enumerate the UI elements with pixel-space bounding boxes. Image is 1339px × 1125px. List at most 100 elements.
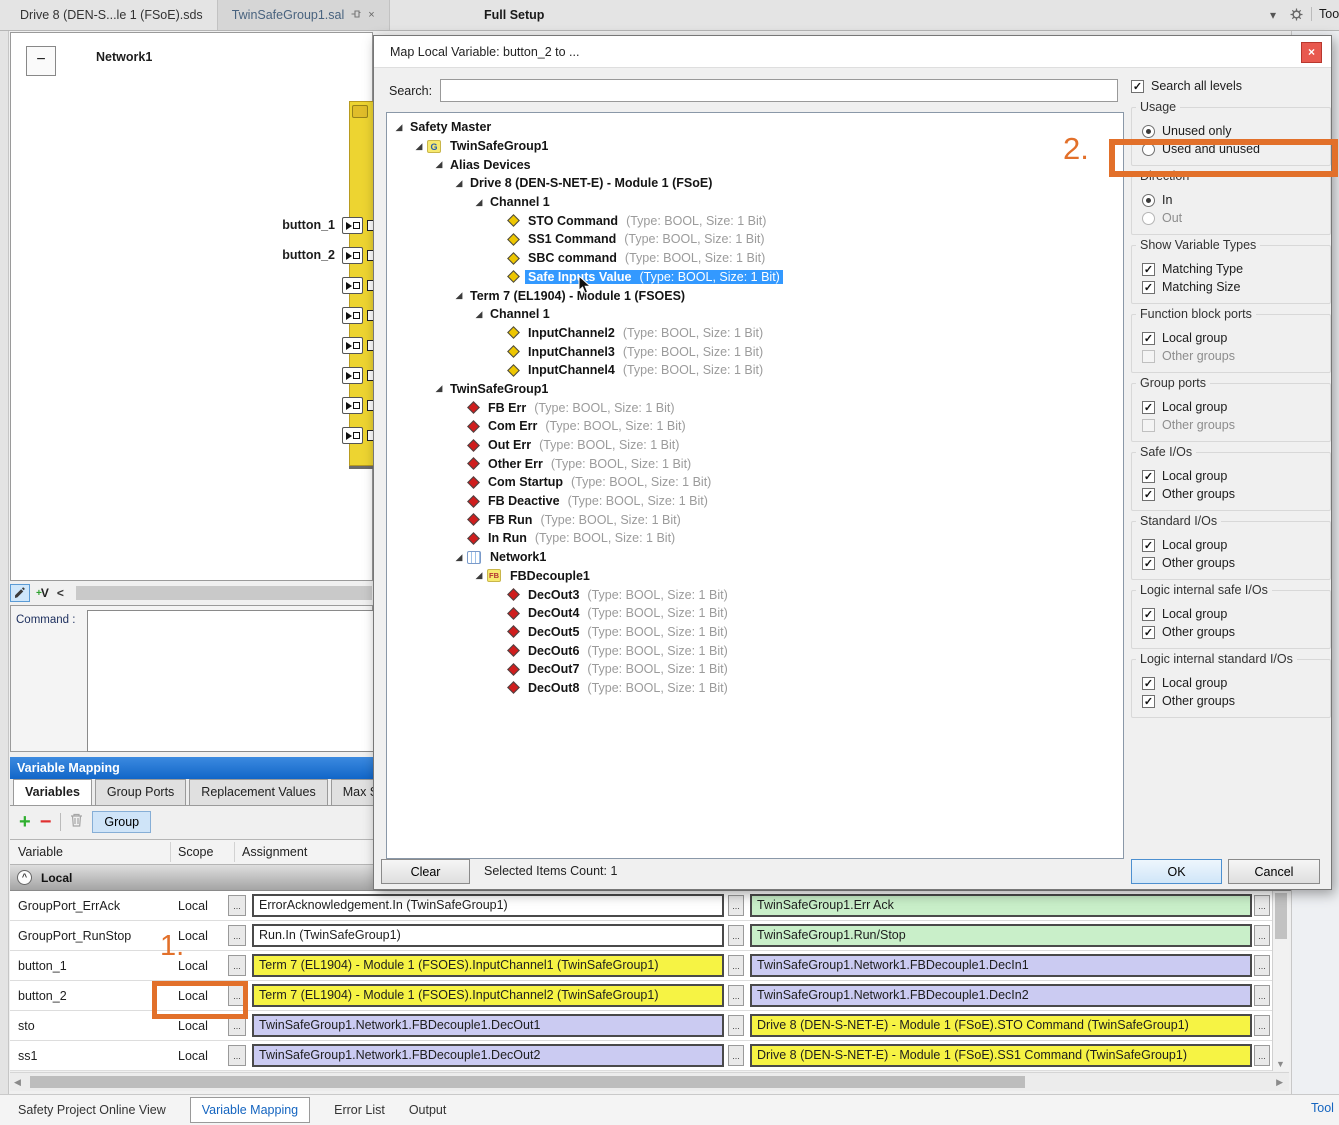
checkbox-option[interactable]: ✓Local group	[1142, 398, 1324, 416]
usage-more-button[interactable]: ...	[1254, 925, 1270, 946]
tree-item[interactable]: SBC command(Type: BOOL, Size: 1 Bit)	[387, 249, 1123, 268]
input-port-icon[interactable]	[342, 397, 363, 414]
checkbox-icon[interactable]: ✓	[1142, 263, 1155, 276]
tree-item[interactable]: FB Err(Type: BOOL, Size: 1 Bit)	[387, 398, 1123, 417]
tree-item[interactable]: DecOut6(Type: BOOL, Size: 1 Bit)	[387, 641, 1123, 660]
view-mode-label[interactable]: Full Setup	[484, 8, 544, 22]
group-button[interactable]: Group	[92, 811, 151, 833]
checkbox-icon[interactable]	[1142, 419, 1155, 432]
delete-icon[interactable]	[70, 813, 83, 830]
expander-icon[interactable]: ◢	[471, 197, 487, 208]
usage-value[interactable]: TwinSafeGroup1.Network1.FBDecouple1.DecI…	[750, 954, 1252, 977]
radio-icon[interactable]	[1142, 212, 1155, 225]
column-header-variable[interactable]: Variable	[18, 845, 63, 859]
usage-more-button[interactable]: ...	[1254, 955, 1270, 976]
document-tab[interactable]: TwinSafeGroup1.sal×	[218, 0, 390, 30]
tree-item[interactable]: ◢TwinSafeGroup1	[387, 380, 1123, 399]
gear-icon[interactable]	[1290, 8, 1303, 24]
checkbox-icon[interactable]	[1142, 350, 1155, 363]
tree-item[interactable]: ◢Channel 1	[387, 305, 1123, 324]
checkbox-option[interactable]: Other groups	[1142, 416, 1324, 434]
vertical-scrollbar[interactable]: ▼	[1272, 891, 1289, 1071]
assignment-picker-button[interactable]: ...	[228, 955, 246, 976]
tree-item[interactable]: DecOut8(Type: BOOL, Size: 1 Bit)	[387, 679, 1123, 698]
expander-icon[interactable]: ◢	[411, 141, 427, 152]
toolbox-panel-tab[interactable]: Tool	[1311, 7, 1339, 21]
pin-icon[interactable]	[351, 9, 361, 22]
assignment-value[interactable]: Run.In (TwinSafeGroup1)	[252, 924, 724, 947]
expander-icon[interactable]: ◢	[431, 159, 447, 170]
tree-item[interactable]: Safe Inputs Value(Type: BOOL, Size: 1 Bi…	[387, 268, 1123, 287]
column-divider[interactable]	[170, 842, 171, 862]
column-divider[interactable]	[234, 842, 235, 862]
expander-icon[interactable]: ◢	[451, 178, 467, 189]
usage-value[interactable]: TwinSafeGroup1.Run/Stop	[750, 924, 1252, 947]
checkbox-option[interactable]: ✓Other groups	[1142, 485, 1324, 503]
assignment-more-button[interactable]: ...	[728, 1045, 744, 1066]
assignment-picker-button[interactable]: ...	[228, 895, 246, 916]
edit-pointer-icon[interactable]	[10, 584, 30, 602]
input-port-icon[interactable]	[342, 217, 363, 234]
tree-item[interactable]: ◢Safety Master	[387, 118, 1123, 137]
checkbox-icon[interactable]: ✓	[1142, 488, 1155, 501]
tree-item[interactable]: STO Command(Type: BOOL, Size: 1 Bit)	[387, 211, 1123, 230]
assignment-more-button[interactable]: ...	[728, 1015, 744, 1036]
cancel-button[interactable]: Cancel	[1228, 859, 1320, 884]
tree-item[interactable]: SS1 Command(Type: BOOL, Size: 1 Bit)	[387, 230, 1123, 249]
checkbox-option[interactable]: ✓Other groups	[1142, 554, 1324, 572]
checkbox-option[interactable]: ✓Local group	[1142, 536, 1324, 554]
tree-item[interactable]: InputChannel2(Type: BOOL, Size: 1 Bit)	[387, 324, 1123, 343]
add-row-button[interactable]: +	[19, 812, 31, 832]
checkbox-icon[interactable]: ✓	[1142, 608, 1155, 621]
usage-value[interactable]: Drive 8 (DEN-S-NET-E) - Module 1 (FSoE).…	[750, 1044, 1252, 1067]
table-row[interactable]: GroupPort_ErrAckLocal...ErrorAcknowledge…	[10, 891, 1272, 921]
scroll-left-icon[interactable]: ◀	[14, 1077, 21, 1088]
tree-item[interactable]: Com Startup(Type: BOOL, Size: 1 Bit)	[387, 473, 1123, 492]
tree-item[interactable]: Other Err(Type: BOOL, Size: 1 Bit)	[387, 454, 1123, 473]
assignment-value[interactable]: TwinSafeGroup1.Network1.FBDecouple1.DecO…	[252, 1044, 724, 1067]
input-port-icon[interactable]	[342, 307, 363, 324]
assignment-value[interactable]: Term 7 (EL1904) - Module 1 (FSOES).Input…	[252, 954, 724, 977]
expander-icon[interactable]: ◢	[431, 383, 447, 394]
assignment-value[interactable]: ErrorAcknowledgement.In (TwinSafeGroup1)	[252, 894, 724, 917]
tree-item[interactable]: InputChannel3(Type: BOOL, Size: 1 Bit)	[387, 342, 1123, 361]
checkbox-option[interactable]: ✓Local group	[1142, 674, 1324, 692]
assignment-more-button[interactable]: ...	[728, 895, 744, 916]
network-editor-canvas[interactable]: − Network1 button_1button_2	[10, 32, 373, 581]
scrollbar-thumb[interactable]	[30, 1076, 1025, 1088]
command-input[interactable]	[87, 610, 374, 752]
tree-item[interactable]: ◢GTwinSafeGroup1	[387, 137, 1123, 156]
input-port-icon[interactable]	[342, 247, 363, 264]
checkbox-icon[interactable]: ✓	[1142, 401, 1155, 414]
usage-more-button[interactable]: ...	[1254, 1045, 1270, 1066]
checkbox-icon[interactable]: ✓	[1142, 626, 1155, 639]
expander-icon[interactable]: ◢	[471, 570, 487, 581]
table-row[interactable]: button_1Local...Term 7 (EL1904) - Module…	[10, 951, 1272, 981]
tree-item[interactable]: ◢Term 7 (EL1904) - Module 1 (FSOES)	[387, 286, 1123, 305]
usage-value[interactable]: TwinSafeGroup1.Err Ack	[750, 894, 1252, 917]
checkbox-icon[interactable]: ✓	[1131, 80, 1144, 93]
panel-tab-safety-project-online-view[interactable]: Safety Project Online View	[18, 1103, 166, 1117]
search-all-levels-option[interactable]: ✓ Search all levels	[1131, 79, 1331, 93]
checkbox-icon[interactable]: ✓	[1142, 557, 1155, 570]
assignment-picker-button[interactable]: ...	[228, 925, 246, 946]
mapping-tab[interactable]: Variables	[13, 779, 92, 805]
usage-more-button[interactable]: ...	[1254, 1015, 1270, 1036]
dialog-title-bar[interactable]: Map Local Variable: button_2 to ... ×	[374, 36, 1331, 68]
usage-value[interactable]: TwinSafeGroup1.Network1.FBDecouple1.DecI…	[750, 984, 1252, 1007]
table-row[interactable]: GroupPort_RunStopLocal...Run.In (TwinSaf…	[10, 921, 1272, 951]
document-tab[interactable]: Drive 8 (DEN-S...le 1 (FSoE).sds	[6, 0, 218, 30]
scrollbar-thumb[interactable]	[1275, 893, 1287, 939]
column-header-assignment[interactable]: Assignment	[242, 845, 307, 859]
checkbox-icon[interactable]: ✓	[1142, 695, 1155, 708]
radio-icon[interactable]	[1142, 194, 1155, 207]
network-collapse-button[interactable]: −	[26, 46, 56, 76]
usage-more-button[interactable]: ...	[1254, 895, 1270, 916]
tree-item[interactable]: ◢Alias Devices	[387, 155, 1123, 174]
ok-button[interactable]: OK	[1131, 859, 1222, 884]
tree-item[interactable]: ◢FBFBDecouple1	[387, 567, 1123, 586]
checkbox-option[interactable]: ✓Local group	[1142, 467, 1324, 485]
radio-option[interactable]: In	[1142, 191, 1324, 209]
scroll-right-icon[interactable]: ▶	[1276, 1077, 1283, 1088]
checkbox-option[interactable]: Other groups	[1142, 347, 1324, 365]
